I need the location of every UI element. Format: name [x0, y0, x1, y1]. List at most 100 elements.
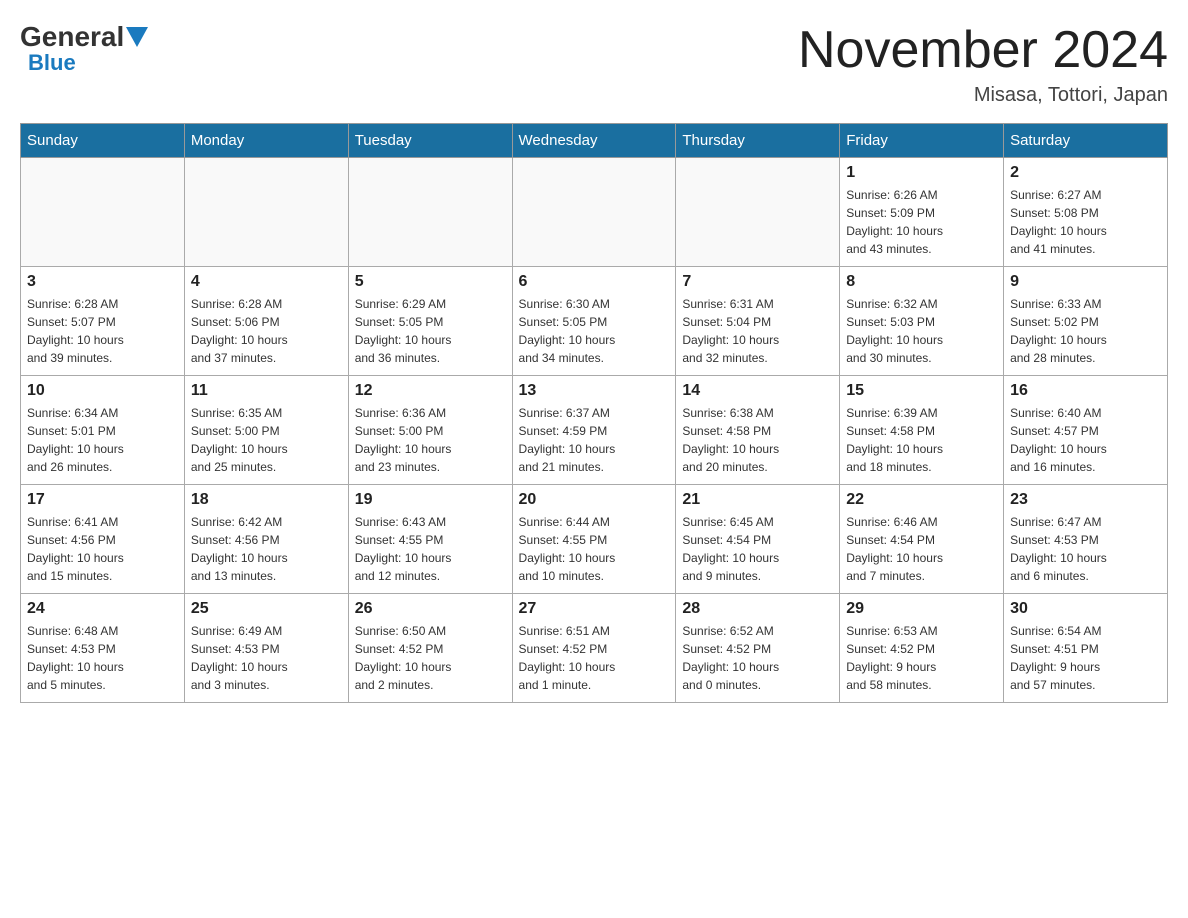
logo-blue-text: Blue [28, 50, 76, 76]
day-info: Sunrise: 6:38 AMSunset: 4:58 PMDaylight:… [682, 404, 833, 476]
day-number: 22 [846, 491, 997, 509]
day-info: Sunrise: 6:27 AMSunset: 5:08 PMDaylight:… [1010, 186, 1161, 258]
calendar-cell: 23Sunrise: 6:47 AMSunset: 4:53 PMDayligh… [1004, 485, 1168, 594]
day-number: 21 [682, 491, 833, 509]
calendar-cell: 11 Sunrise: 6:35 AMSunset: 5:00 PMDayligh… [184, 376, 348, 485]
calendar-cell: 1 Sunrise: 6:26 AMSunset: 5:09 PMDaylight… [840, 158, 1004, 267]
day-number: 1 [846, 164, 997, 182]
day-info: Sunrise: 6:28 AMSunset: 5:06 PMDaylight:… [191, 295, 342, 367]
location-text: Misasa, Tottori, Japan [798, 84, 1168, 107]
header-wednesday: Wednesday [512, 124, 676, 158]
day-info: Sunrise: 6:32 AMSunset: 5:03 PMDaylight:… [846, 295, 997, 367]
calendar-cell: 10Sunrise: 6:34 AMSunset: 5:01 PMDayligh… [21, 376, 185, 485]
day-info: Sunrise: 6:50 AMSunset: 4:52 PMDaylight:… [355, 622, 506, 694]
calendar-week-2: 3 Sunrise: 6:28 AMSunset: 5:07 PMDaylight… [21, 267, 1168, 376]
day-info: Sunrise: 6:46 AMSunset: 4:54 PMDaylight:… [846, 513, 997, 585]
day-info: Sunrise: 6:54 AMSunset: 4:51 PMDaylight:… [1010, 622, 1161, 694]
day-number: 16 [1010, 382, 1161, 400]
day-info: Sunrise: 6:53 AMSunset: 4:52 PMDaylight:… [846, 622, 997, 694]
calendar-cell: 5 Sunrise: 6:29 AMSunset: 5:05 PMDaylight… [348, 267, 512, 376]
day-info: Sunrise: 6:26 AMSunset: 5:09 PMDaylight:… [846, 186, 997, 258]
day-info: Sunrise: 6:35 AMSunset: 5:00 PMDaylight:… [191, 404, 342, 476]
day-info: Sunrise: 6:48 AMSunset: 4:53 PMDaylight:… [27, 622, 178, 694]
day-info: Sunrise: 6:51 AMSunset: 4:52 PMDaylight:… [519, 622, 670, 694]
day-number: 12 [355, 382, 506, 400]
calendar-cell [676, 158, 840, 267]
day-number: 8 [846, 273, 997, 291]
month-title: November 2024 [798, 20, 1168, 80]
calendar-cell: 17 Sunrise: 6:41 AMSunset: 4:56 PMDayligh… [21, 485, 185, 594]
day-number: 11 [191, 382, 342, 400]
day-info: Sunrise: 6:41 AMSunset: 4:56 PMDaylight:… [27, 513, 178, 585]
calendar-week-1: 1 Sunrise: 6:26 AMSunset: 5:09 PMDaylight… [21, 158, 1168, 267]
day-number: 15 [846, 382, 997, 400]
calendar-header-row: Sunday Monday Tuesday Wednesday Thursday… [21, 124, 1168, 158]
header-monday: Monday [184, 124, 348, 158]
day-number: 14 [682, 382, 833, 400]
calendar-week-4: 17 Sunrise: 6:41 AMSunset: 4:56 PMDayligh… [21, 485, 1168, 594]
calendar-cell: 16 Sunrise: 6:40 AMSunset: 4:57 PMDayligh… [1004, 376, 1168, 485]
header-saturday: Saturday [1004, 124, 1168, 158]
day-number: 6 [519, 273, 670, 291]
day-info: Sunrise: 6:29 AMSunset: 5:05 PMDaylight:… [355, 295, 506, 367]
day-info: Sunrise: 6:40 AMSunset: 4:57 PMDaylight:… [1010, 404, 1161, 476]
day-number: 25 [191, 600, 342, 618]
header-friday: Friday [840, 124, 1004, 158]
day-number: 20 [519, 491, 670, 509]
calendar-cell: 4 Sunrise: 6:28 AMSunset: 5:06 PMDaylight… [184, 267, 348, 376]
calendar-cell: 30 Sunrise: 6:54 AMSunset: 4:51 PMDayligh… [1004, 594, 1168, 703]
day-number: 13 [519, 382, 670, 400]
calendar-cell: 2 Sunrise: 6:27 AMSunset: 5:08 PMDaylight… [1004, 158, 1168, 267]
calendar-cell: 12 Sunrise: 6:36 AMSunset: 5:00 PMDayligh… [348, 376, 512, 485]
header-thursday: Thursday [676, 124, 840, 158]
calendar-cell: 20 Sunrise: 6:44 AMSunset: 4:55 PMDayligh… [512, 485, 676, 594]
logo: General Blue [20, 20, 148, 76]
calendar-cell: 7Sunrise: 6:31 AMSunset: 5:04 PMDaylight… [676, 267, 840, 376]
day-info: Sunrise: 6:52 AMSunset: 4:52 PMDaylight:… [682, 622, 833, 694]
day-number: 28 [682, 600, 833, 618]
day-number: 17 [27, 491, 178, 509]
day-number: 3 [27, 273, 178, 291]
day-number: 27 [519, 600, 670, 618]
day-info: Sunrise: 6:36 AMSunset: 5:00 PMDaylight:… [355, 404, 506, 476]
logo-text-part1: General [20, 21, 124, 53]
calendar-cell: 21Sunrise: 6:45 AMSunset: 4:54 PMDayligh… [676, 485, 840, 594]
day-number: 19 [355, 491, 506, 509]
logo-triangle-icon [126, 27, 148, 47]
calendar-cell: 14 Sunrise: 6:38 AMSunset: 4:58 PMDayligh… [676, 376, 840, 485]
calendar-cell: 8 Sunrise: 6:32 AMSunset: 5:03 PMDaylight… [840, 267, 1004, 376]
day-number: 10 [27, 382, 178, 400]
day-number: 5 [355, 273, 506, 291]
calendar-week-5: 24Sunrise: 6:48 AMSunset: 4:53 PMDayligh… [21, 594, 1168, 703]
calendar-cell: 3 Sunrise: 6:28 AMSunset: 5:07 PMDaylight… [21, 267, 185, 376]
day-number: 18 [191, 491, 342, 509]
calendar-week-3: 10Sunrise: 6:34 AMSunset: 5:01 PMDayligh… [21, 376, 1168, 485]
calendar-cell: 19 Sunrise: 6:43 AMSunset: 4:55 PMDayligh… [348, 485, 512, 594]
calendar-cell [348, 158, 512, 267]
day-number: 26 [355, 600, 506, 618]
day-number: 4 [191, 273, 342, 291]
calendar-cell: 27 Sunrise: 6:51 AMSunset: 4:52 PMDayligh… [512, 594, 676, 703]
calendar-cell [184, 158, 348, 267]
day-info: Sunrise: 6:44 AMSunset: 4:55 PMDaylight:… [519, 513, 670, 585]
calendar-cell: 25 Sunrise: 6:49 AMSunset: 4:53 PMDayligh… [184, 594, 348, 703]
day-info: Sunrise: 6:33 AMSunset: 5:02 PMDaylight:… [1010, 295, 1161, 367]
day-number: 2 [1010, 164, 1161, 182]
logo-general-text: General [20, 20, 148, 54]
day-info: Sunrise: 6:31 AMSunset: 5:04 PMDaylight:… [682, 295, 833, 367]
day-number: 30 [1010, 600, 1161, 618]
calendar-cell: 26 Sunrise: 6:50 AMSunset: 4:52 PMDayligh… [348, 594, 512, 703]
day-number: 23 [1010, 491, 1161, 509]
day-info: Sunrise: 6:43 AMSunset: 4:55 PMDaylight:… [355, 513, 506, 585]
calendar-cell [21, 158, 185, 267]
day-info: Sunrise: 6:42 AMSunset: 4:56 PMDaylight:… [191, 513, 342, 585]
calendar-cell: 6Sunrise: 6:30 AMSunset: 5:05 PMDaylight… [512, 267, 676, 376]
day-number: 29 [846, 600, 997, 618]
calendar-cell [512, 158, 676, 267]
calendar-cell: 24Sunrise: 6:48 AMSunset: 4:53 PMDayligh… [21, 594, 185, 703]
calendar-cell: 18 Sunrise: 6:42 AMSunset: 4:56 PMDayligh… [184, 485, 348, 594]
day-info: Sunrise: 6:28 AMSunset: 5:07 PMDaylight:… [27, 295, 178, 367]
title-block: November 2024 Misasa, Tottori, Japan [798, 20, 1168, 107]
day-info: Sunrise: 6:49 AMSunset: 4:53 PMDaylight:… [191, 622, 342, 694]
calendar-cell: 15Sunrise: 6:39 AMSunset: 4:58 PMDayligh… [840, 376, 1004, 485]
